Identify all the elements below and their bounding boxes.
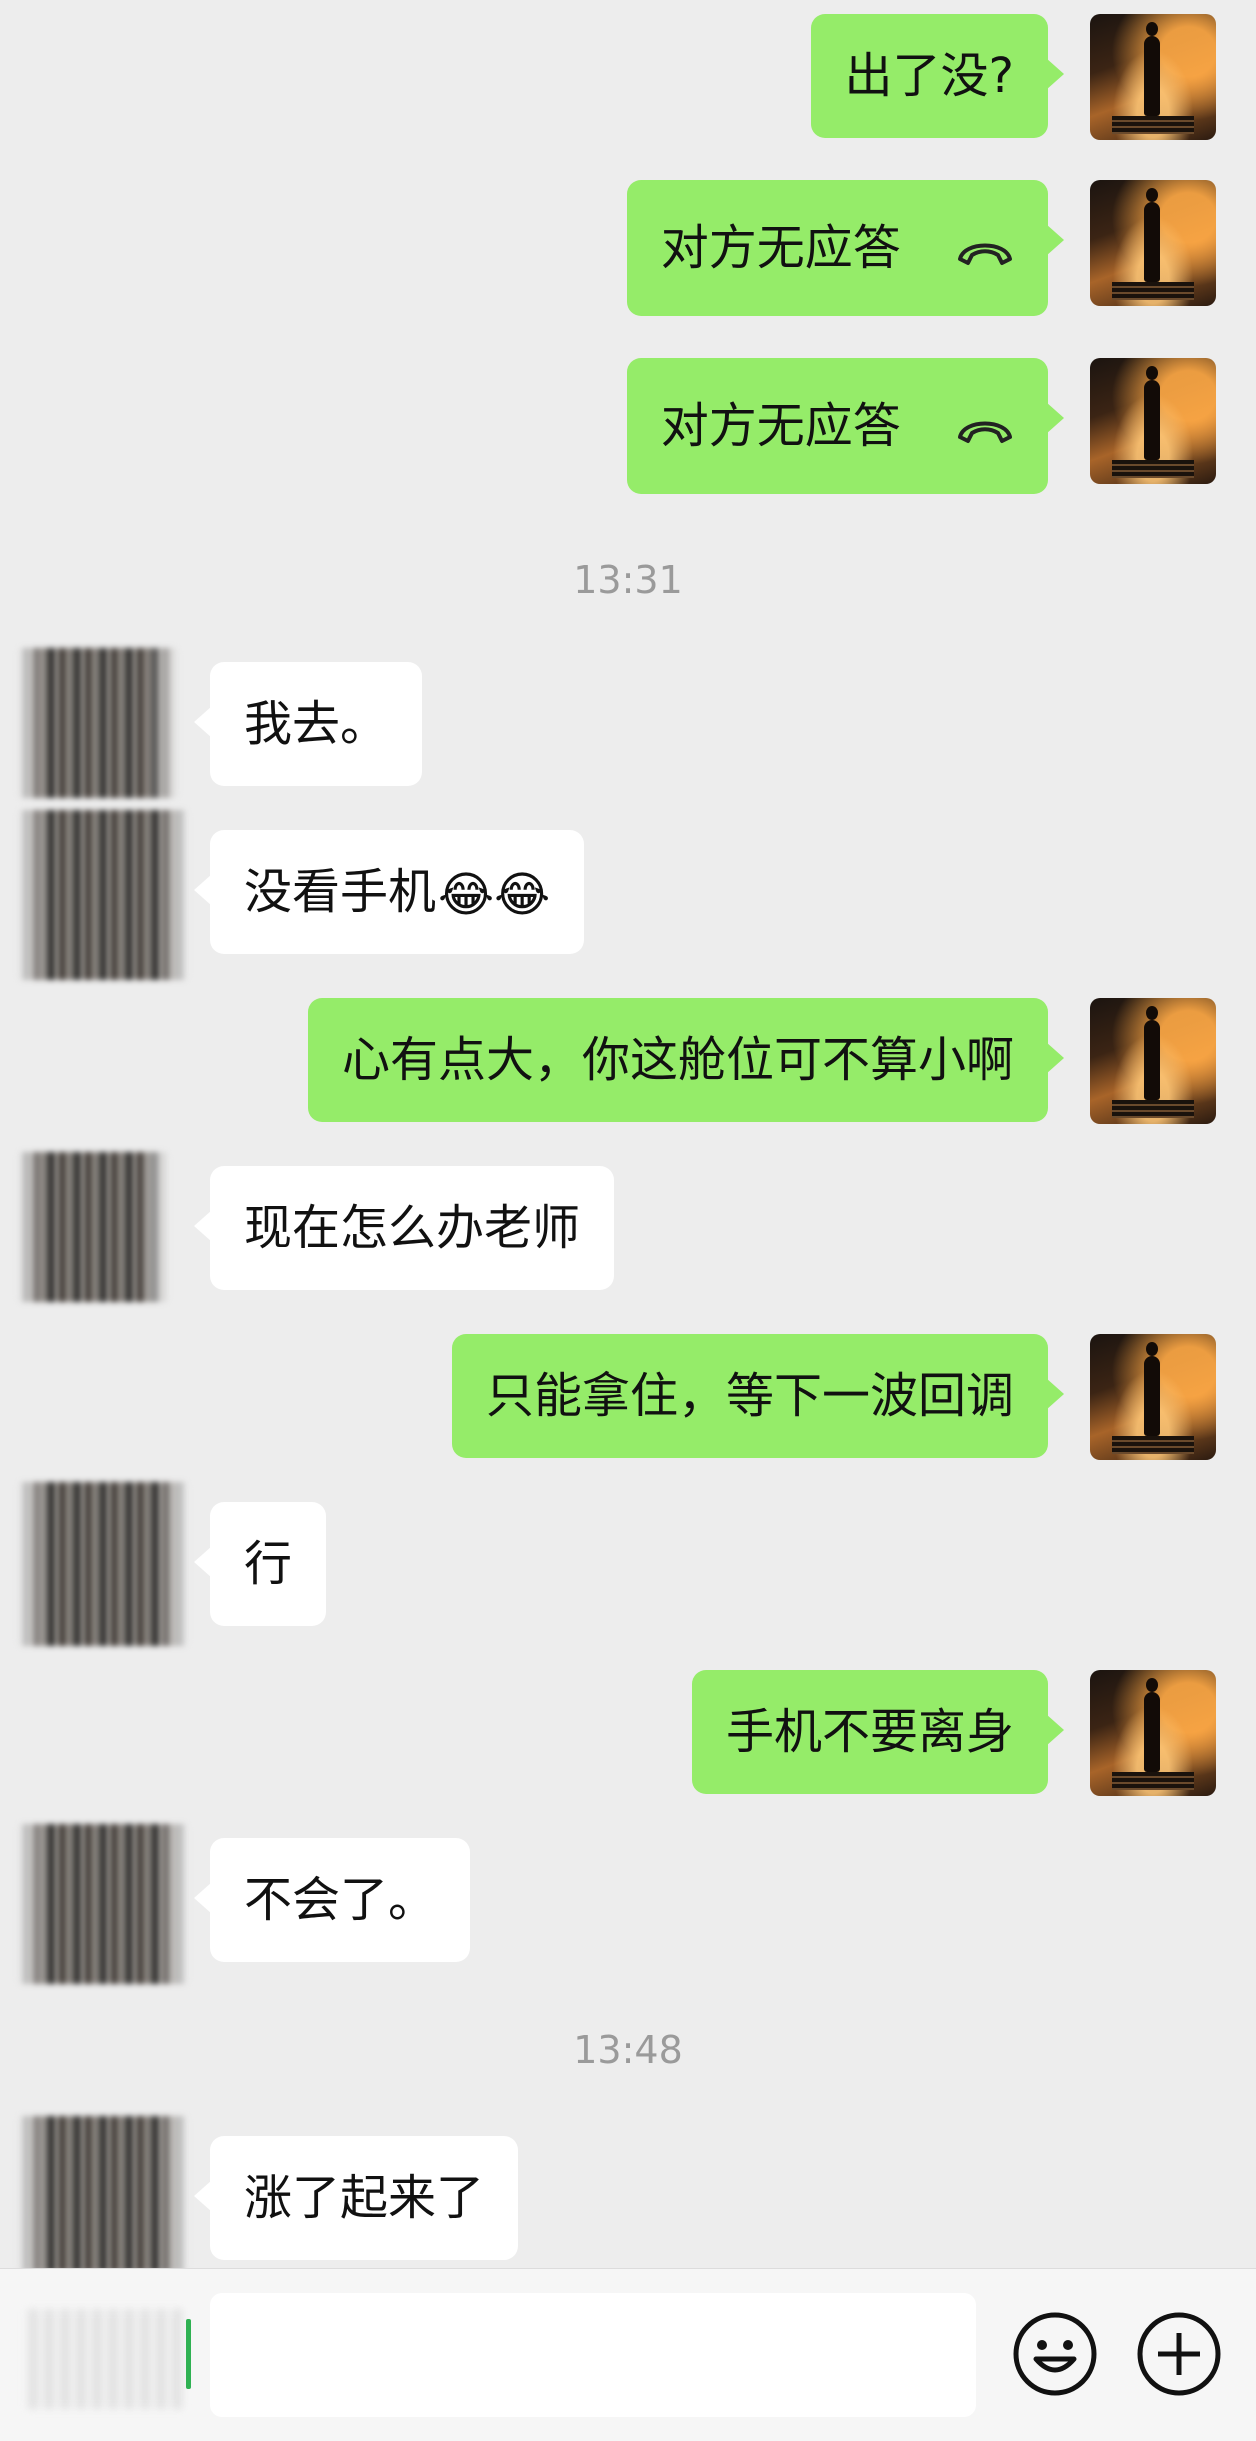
message-text: 不会了。	[244, 1872, 437, 1928]
message-row-incoming: 现在怎么办老师	[0, 1152, 1256, 1302]
message-row-outgoing-call: 对方无应答	[0, 180, 1256, 316]
outgoing-message-bubble[interactable]: 只能拿住，等下一波回调	[451, 1334, 1065, 1458]
message-text: 手机不要离身	[725, 1704, 1014, 1760]
message-row-incoming: 不会了。	[0, 1824, 1256, 1984]
my-avatar[interactable]	[1090, 14, 1216, 140]
message-row-outgoing: 只能拿住，等下一波回调	[0, 1334, 1256, 1460]
contact-avatar[interactable]	[18, 810, 188, 980]
voice-toggle-icon[interactable]	[26, 2309, 186, 2409]
outgoing-message-bubble[interactable]: 心有点大，你这舱位可不算小啊	[307, 998, 1065, 1122]
contact-avatar[interactable]	[18, 2116, 188, 2272]
emoji-icon[interactable]	[1010, 2309, 1100, 2399]
missed-call-bubble[interactable]: 对方无应答	[626, 358, 1065, 497]
message-text: 我去。	[244, 696, 389, 752]
laughing-crying-emoji-icon: 😂😂	[438, 867, 551, 923]
message-text: 行	[244, 1536, 293, 1592]
message-text: 只能拿住，等下一波回调	[485, 1368, 1014, 1424]
message-text: 出了没?	[844, 48, 1014, 104]
message-input[interactable]	[210, 2293, 976, 2417]
chat-area[interactable]: 出了没? 对方无应答 对方无应答 13:31 我去。 没看手机😂😂 心有点大，你…	[0, 0, 1256, 2272]
incoming-message-bubble[interactable]: 现在怎么办老师	[193, 1166, 615, 1290]
timestamp: 13:31	[573, 558, 683, 602]
message-row-incoming: 行	[0, 1482, 1256, 1646]
message-row-incoming: 我去。	[0, 648, 1256, 798]
message-text: 心有点大，你这舱位可不算小啊	[341, 1032, 1014, 1088]
my-avatar[interactable]	[1090, 998, 1216, 1124]
contact-avatar[interactable]	[18, 1152, 168, 1302]
message-text: 对方无应答	[660, 398, 901, 454]
message-text: 没看手机	[244, 864, 437, 920]
my-avatar[interactable]	[1090, 180, 1216, 306]
message-row-incoming: 没看手机😂😂	[0, 810, 1256, 980]
message-row-outgoing: 出了没?	[0, 14, 1256, 140]
my-avatar[interactable]	[1090, 358, 1216, 484]
contact-avatar[interactable]	[18, 1824, 188, 1984]
outgoing-message-bubble[interactable]: 手机不要离身	[691, 1670, 1065, 1794]
outgoing-message-bubble[interactable]: 出了没?	[810, 14, 1065, 138]
incoming-message-bubble[interactable]: 涨了起来了	[193, 2136, 519, 2260]
message-text: 对方无应答	[660, 220, 901, 276]
message-text: 涨了起来了	[244, 2170, 485, 2226]
contact-avatar[interactable]	[18, 1482, 188, 1646]
message-row-outgoing-call: 对方无应答	[0, 358, 1256, 494]
hang-up-phone-icon	[956, 183, 1014, 319]
incoming-message-bubble[interactable]: 不会了。	[193, 1838, 471, 1962]
incoming-message-bubble[interactable]: 行	[193, 1502, 327, 1626]
plus-icon[interactable]	[1134, 2309, 1224, 2399]
timestamp: 13:48	[573, 2028, 683, 2072]
input-bar	[0, 2268, 1256, 2441]
incoming-message-bubble[interactable]: 没看手机😂😂	[193, 830, 585, 954]
my-avatar[interactable]	[1090, 1670, 1216, 1796]
message-row-incoming: 涨了起来了	[0, 2116, 1256, 2272]
message-row-outgoing: 手机不要离身	[0, 1670, 1256, 1796]
missed-call-bubble[interactable]: 对方无应答	[626, 180, 1065, 319]
text-cursor	[186, 2319, 191, 2389]
message-row-outgoing: 心有点大，你这舱位可不算小啊	[0, 998, 1256, 1124]
incoming-message-bubble[interactable]: 我去。	[193, 662, 423, 786]
my-avatar[interactable]	[1090, 1334, 1216, 1460]
hang-up-phone-icon	[956, 361, 1014, 497]
contact-avatar[interactable]	[18, 648, 178, 798]
message-text: 现在怎么办老师	[244, 1200, 581, 1256]
